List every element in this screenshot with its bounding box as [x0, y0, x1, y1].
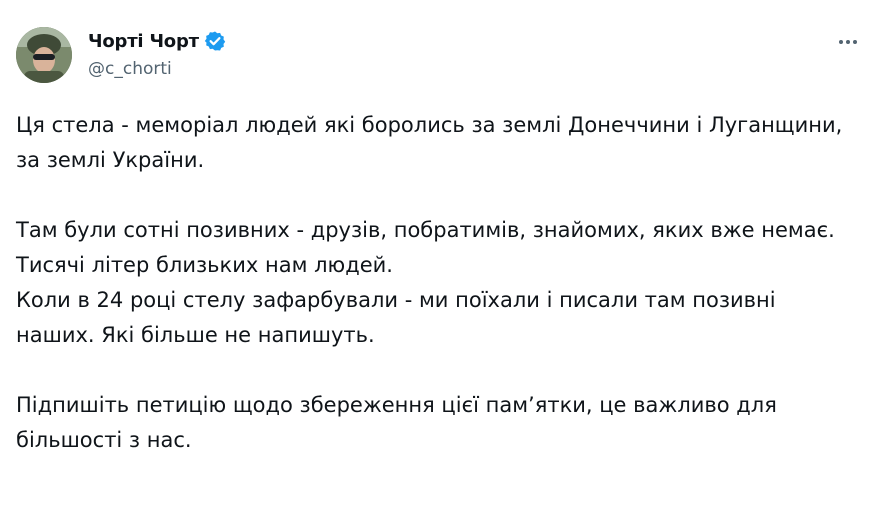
tweet-text: Ця стела - меморіал людей які боролись з…	[16, 108, 846, 458]
handle[interactable]: @c_chorti	[88, 59, 226, 79]
tweet-card: Чорті Чорт @c_chorti Ця стела - меморіал…	[0, 0, 874, 523]
display-name[interactable]: Чорті Чорт	[88, 31, 199, 52]
verified-badge-icon	[204, 31, 226, 51]
name-row: Чорті Чорт	[88, 28, 226, 54]
author-block: Чорті Чорт @c_chorti	[88, 28, 226, 79]
tweet-paragraph: Там були сотні позивних - друзів, побрат…	[16, 218, 835, 347]
avatar-image	[16, 27, 72, 83]
avatar[interactable]	[16, 27, 72, 83]
more-horizontal-icon	[839, 40, 857, 44]
tweet-paragraph: Підпишіть петицію щодо збереження цієї п…	[16, 393, 777, 452]
tweet-paragraph: Ця стела - меморіал людей які боролись з…	[16, 113, 843, 172]
more-options-button[interactable]	[832, 26, 864, 58]
